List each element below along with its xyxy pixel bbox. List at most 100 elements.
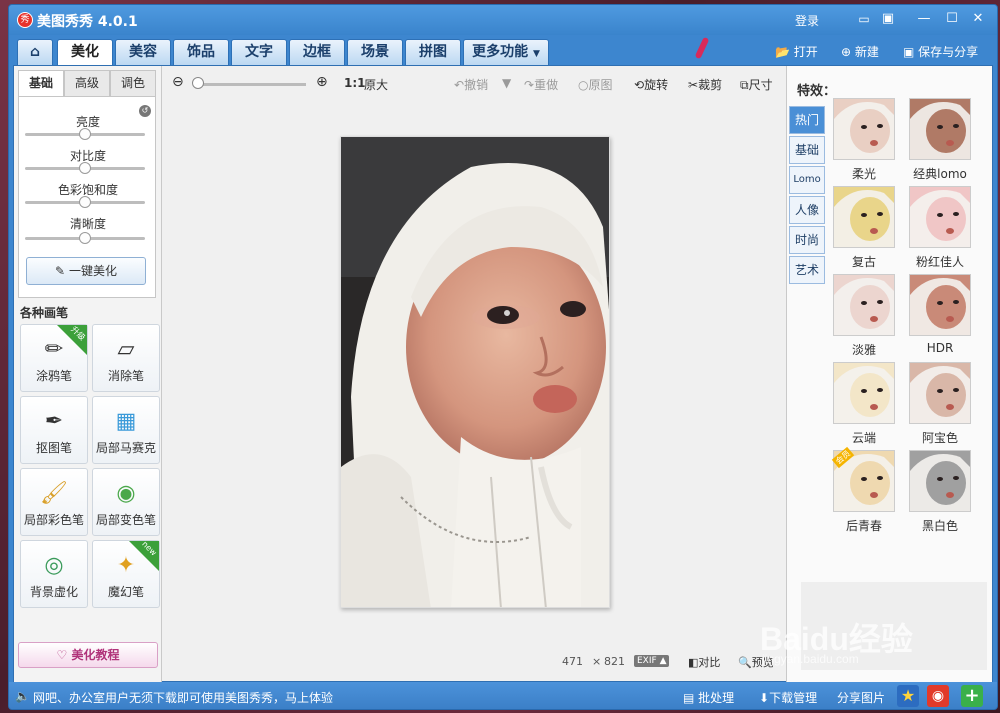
save-icon: ▣ bbox=[903, 45, 915, 59]
contrast-slider[interactable] bbox=[25, 162, 145, 174]
brush-local-color[interactable]: 🖌 局部彩色笔 bbox=[20, 468, 88, 536]
sharpness-knob[interactable] bbox=[79, 232, 91, 244]
effect-cat-basic[interactable]: 基础 bbox=[789, 136, 825, 164]
resize-button[interactable]: ⧉尺寸 bbox=[740, 76, 773, 93]
effect-item[interactable]: 复古 bbox=[831, 186, 897, 270]
star-icon[interactable]: ★ bbox=[897, 685, 919, 707]
effect-cat-art[interactable]: 艺术 bbox=[789, 256, 825, 284]
beautify-tutorial-button[interactable]: ♡ 美化教程 bbox=[18, 642, 158, 668]
workspace: 基础 高级 调色 ↺ 亮度 对比度 色彩饱和度 清晰度 ✎ 一键美化 各种画笔 … bbox=[13, 65, 993, 683]
actual-size-ratio[interactable]: 1:1 bbox=[344, 76, 366, 90]
saturation-knob[interactable] bbox=[79, 196, 91, 208]
login-link[interactable]: 登录 bbox=[795, 12, 819, 29]
effect-cat-portrait[interactable]: 人像 bbox=[789, 196, 825, 224]
zoom-slider[interactable] bbox=[196, 83, 306, 86]
zoom-knob[interactable] bbox=[192, 77, 204, 89]
title-bar: 秀 美图秀秀 4.0.1 登录 ▭ ▣ — ☐ ✕ bbox=[9, 5, 997, 35]
image-status: 471 × 821 EXIF ▲ ◧对比 🔍预览 bbox=[554, 651, 784, 671]
resize-icon: ⧉ bbox=[740, 78, 749, 92]
exif-label: EXIF bbox=[637, 656, 657, 666]
feedback-icon[interactable]: ▭ bbox=[855, 11, 873, 27]
heart-icon: ♡ bbox=[56, 648, 68, 662]
tab-basic[interactable]: 基础 bbox=[18, 70, 64, 97]
zoom-out-icon[interactable]: ⊖ bbox=[172, 74, 184, 90]
compare-button[interactable]: ◧对比 bbox=[688, 654, 720, 670]
save-share-button[interactable]: ▣ 保存与分享 bbox=[903, 43, 978, 60]
main-tabs: ⌂ 美化 美容 饰品 文字 边框 场景 拼图 更多功能 ▼ 📂 打开 ⊕ 新建 … bbox=[9, 35, 997, 66]
original-size-button[interactable]: 原大 bbox=[364, 76, 388, 93]
redo-button[interactable]: ↷重做 bbox=[524, 76, 558, 93]
brushes-section-title: 各种画笔 bbox=[20, 306, 69, 320]
tab-color-adjust[interactable]: 调色 bbox=[110, 70, 156, 96]
effect-item[interactable]: 黑白色 bbox=[907, 450, 973, 534]
share-image-button[interactable]: 分享图片 bbox=[837, 689, 885, 706]
effect-cat-hot[interactable]: 热门 bbox=[789, 106, 825, 134]
save-label: 保存与分享 bbox=[918, 45, 979, 59]
effect-item[interactable]: 云端 bbox=[831, 362, 897, 446]
app-logo-icon: 秀 bbox=[17, 12, 33, 28]
brush-cutout[interactable]: ✒ 抠图笔 bbox=[20, 396, 88, 464]
original-image-button[interactable]: ○原图 bbox=[578, 76, 613, 93]
effect-cat-fashion[interactable]: 时尚 bbox=[789, 226, 825, 254]
brush-label: 消除笔 bbox=[107, 369, 144, 383]
rotate-button[interactable]: ⟲旋转 bbox=[634, 76, 668, 93]
open-button[interactable]: 📂 打开 bbox=[775, 43, 818, 60]
crop-button[interactable]: ✂裁剪 bbox=[688, 76, 722, 93]
one-click-label: 一键美化 bbox=[68, 264, 117, 278]
effect-item[interactable]: 阿宝色 bbox=[907, 362, 973, 446]
close-icon[interactable]: ✕ bbox=[969, 11, 987, 27]
weibo-icon[interactable]: ◉ bbox=[927, 685, 949, 707]
tab-collage[interactable]: 拼图 bbox=[405, 39, 461, 65]
maximize-icon[interactable]: ☐ bbox=[943, 11, 961, 27]
effect-item[interactable]: 粉红佳人 bbox=[907, 186, 973, 270]
adjustment-box: ↺ 亮度 对比度 色彩饱和度 清晰度 ✎ 一键美化 bbox=[18, 96, 156, 298]
brightness-slider[interactable] bbox=[25, 128, 145, 140]
brightness-knob[interactable] bbox=[79, 128, 91, 140]
zoom-in-icon[interactable]: ⊕ bbox=[316, 74, 328, 90]
one-click-beautify-button[interactable]: ✎ 一键美化 bbox=[26, 257, 146, 285]
minimize-icon[interactable]: — bbox=[915, 11, 933, 27]
sharpness-slider[interactable] bbox=[25, 232, 145, 244]
new-button[interactable]: ⊕ 新建 bbox=[841, 43, 879, 60]
tab-beauty[interactable]: 美容 bbox=[115, 39, 171, 65]
effect-item[interactable]: 后青春 会员 bbox=[831, 446, 897, 534]
tab-text[interactable]: 文字 bbox=[231, 39, 287, 65]
effect-thumbnail bbox=[909, 274, 971, 336]
photo-canvas[interactable] bbox=[340, 136, 610, 608]
compare-label: 对比 bbox=[698, 656, 721, 669]
undo-button[interactable]: ↶撤销 bbox=[454, 76, 488, 93]
effect-item[interactable]: 淡雅 bbox=[831, 274, 897, 358]
batch-button[interactable]: ▤ 批处理 bbox=[683, 689, 734, 706]
effect-label: 淡雅 bbox=[851, 343, 876, 357]
tab-advanced[interactable]: 高级 bbox=[64, 70, 110, 96]
baidu-watermark-url: jingyan.baidu.com bbox=[762, 652, 859, 666]
tab-more-features[interactable]: 更多功能 ▼ bbox=[463, 39, 549, 65]
exif-button[interactable]: EXIF ▲ bbox=[634, 655, 670, 667]
brush-local-recolor[interactable]: ◉ 局部变色笔 bbox=[92, 468, 160, 536]
brush-background-blur[interactable]: ◎ 背景虚化 bbox=[20, 540, 88, 608]
tab-frame[interactable]: 边框 bbox=[289, 39, 345, 65]
effect-label: 经典lomo bbox=[913, 167, 967, 181]
tab-accessories[interactable]: 饰品 bbox=[173, 39, 229, 65]
brush-magic[interactable]: ✦ 魔幻笔 new bbox=[92, 539, 160, 608]
sharpness-label: 清晰度 bbox=[69, 217, 106, 231]
brush-eraser[interactable]: ▱ 消除笔 bbox=[92, 324, 160, 392]
download-icon: ⬇ bbox=[759, 691, 770, 705]
saturation-slider[interactable] bbox=[25, 196, 145, 208]
add-icon[interactable]: + bbox=[961, 685, 983, 707]
contrast-knob[interactable] bbox=[79, 162, 91, 174]
web-notice-link[interactable]: 网吧、办公室用户无须下载即可使用美图秀秀，马上体验 bbox=[33, 689, 333, 706]
tab-scene[interactable]: 场景 bbox=[347, 39, 403, 65]
brush-mosaic[interactable]: ▦ 局部马赛克 bbox=[92, 396, 160, 464]
menu-icon[interactable]: ▣ bbox=[879, 11, 897, 27]
effect-item[interactable]: 柔光 bbox=[831, 98, 897, 182]
brush-graffiti[interactable]: ✏ 涂鸦笔 升级 bbox=[20, 324, 88, 392]
tab-beautify[interactable]: 美化 bbox=[57, 39, 113, 66]
saturation-label: 色彩饱和度 bbox=[57, 183, 118, 197]
tab-home[interactable]: ⌂ bbox=[17, 39, 53, 65]
effect-cat-lomo[interactable]: Lomo bbox=[789, 166, 825, 194]
effect-item[interactable]: 经典lomo bbox=[907, 98, 973, 182]
download-manager-button[interactable]: ⬇下载管理 bbox=[759, 689, 817, 706]
effect-item[interactable]: HDR bbox=[907, 274, 973, 355]
undo-dropdown-icon[interactable]: ▼ bbox=[502, 76, 511, 90]
